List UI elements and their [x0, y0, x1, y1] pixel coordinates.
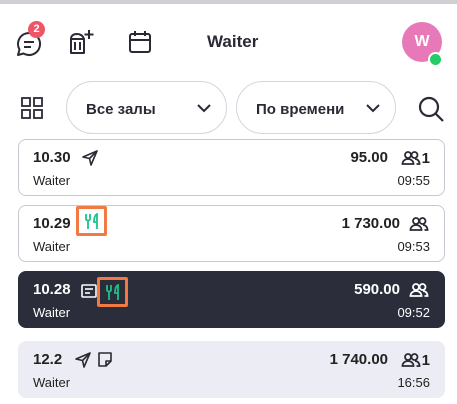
send-icon: [81, 149, 99, 167]
guests-icon: [401, 151, 421, 165]
guest-count-value: 1: [421, 351, 430, 369]
guest-count: 1: [401, 351, 430, 369]
order-time: 09:55: [397, 173, 430, 188]
calendar-icon[interactable]: [126, 28, 154, 56]
page-title: Waiter: [207, 32, 259, 51]
order-card[interactable]: 10.29 1 730.00 Waiter 09:53: [18, 205, 445, 262]
new-order-icon[interactable]: [66, 27, 96, 57]
dish-served-icon: [97, 277, 128, 307]
order-number: 10.29: [33, 215, 71, 232]
guests-icon: [401, 353, 421, 367]
grid-view-icon[interactable]: [21, 97, 43, 119]
order-amount: 590.00: [354, 281, 400, 298]
order-amount: 1 730.00: [341, 215, 400, 232]
guest-count-value: 1: [421, 149, 430, 167]
order-time: 16:56: [397, 375, 430, 390]
note-icon: [97, 351, 113, 368]
order-card[interactable]: 10.30 95.00 1 Waiter 09:55: [18, 139, 445, 196]
order-amount: 1 740.00: [329, 351, 388, 368]
order-card-selected[interactable]: 10.28 590.00 Waiter 09:52: [18, 271, 445, 328]
chevron-down-icon: [364, 99, 382, 117]
dish-served-icon: [76, 206, 107, 236]
chat-badge: 2: [28, 21, 45, 38]
guests-icon: [409, 217, 429, 231]
hall-select[interactable]: Все залы: [66, 81, 227, 134]
order-waiter: Waiter: [33, 239, 71, 254]
chevron-down-icon: [195, 99, 213, 117]
online-status-dot: [428, 52, 443, 67]
receipt-icon: [81, 284, 97, 298]
order-time: 09:52: [397, 305, 430, 320]
guest-count: 1: [401, 149, 430, 167]
order-waiter: Waiter: [33, 305, 71, 320]
guest-count: [409, 215, 430, 233]
send-icon: [74, 351, 92, 369]
order-card[interactable]: 12.2 1 740.00 1 Waiter 16:56: [18, 341, 445, 398]
search-icon[interactable]: [417, 95, 445, 123]
guests-icon: [409, 283, 429, 297]
order-number: 10.30: [33, 149, 71, 166]
sort-select-label: По времени: [256, 101, 345, 118]
order-time: 09:53: [397, 239, 430, 254]
hall-select-label: Все залы: [86, 101, 156, 118]
order-number: 12.2: [33, 351, 63, 368]
guest-count: [409, 281, 430, 299]
top-divider: [0, 0, 457, 4]
order-amount: 95.00: [350, 149, 388, 166]
order-waiter: Waiter: [33, 375, 71, 390]
order-number: 10.28: [33, 281, 71, 298]
sort-select[interactable]: По времени: [236, 81, 396, 134]
order-waiter: Waiter: [33, 173, 71, 188]
